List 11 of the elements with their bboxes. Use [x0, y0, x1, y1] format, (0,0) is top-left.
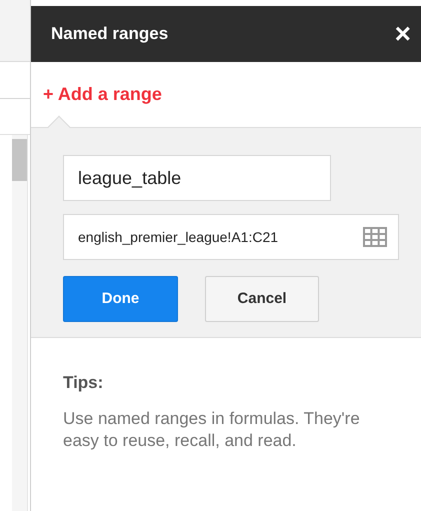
add-range-link[interactable]: + Add a range [43, 81, 162, 108]
scrollbar-thumb[interactable] [12, 139, 27, 181]
range-field[interactable]: english_premier_league!A1:C21 [63, 214, 399, 260]
tips-text: Use named ranges in formulas. They're easy to reuse, recall, and read. [63, 408, 361, 452]
tips-heading: Tips: [63, 372, 104, 394]
done-button[interactable]: Done [63, 276, 178, 322]
name-field[interactable]: league_table [63, 155, 331, 201]
panel-title: Named ranges [51, 23, 168, 46]
close-button[interactable]: × [394, 20, 411, 48]
grid-icon[interactable] [363, 227, 387, 247]
cancel-button[interactable]: Cancel [205, 276, 319, 322]
